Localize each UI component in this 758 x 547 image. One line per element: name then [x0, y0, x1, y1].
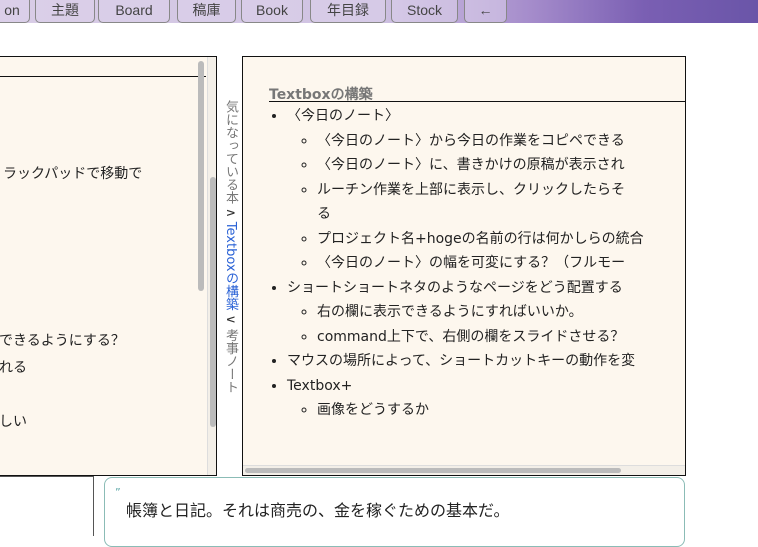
list-item-text: Textbox+	[287, 377, 353, 394]
scrollbar-thumb[interactable]	[210, 177, 216, 427]
sub-list-item: command上下で、右側の欄をスライドさせる？	[317, 325, 644, 350]
up-arrow-icon[interactable]: ∧	[223, 208, 238, 218]
tab-drafts[interactable]: 稿庫	[177, 0, 236, 23]
tab-bar: on 主題 Board 稿庫 Book 年目録 Stock ←	[0, 0, 758, 23]
vertical-nav: 気になっている本 ∧ Textboxの構築 ∨ 考事ノート	[222, 100, 238, 393]
tab-label: Board	[115, 1, 153, 18]
tab-label: Book	[256, 1, 288, 18]
sub-list-item: 画像をどうするか	[317, 398, 644, 423]
outline-list: 〈今日のノート〉〈今日のノート〉から今日の作業をコピペできる〈今日のノート〉に、…	[287, 104, 644, 423]
list-item: Textbox+ 画像をどうするか	[287, 374, 644, 423]
left-panel-header	[0, 57, 206, 77]
list-item-text: 〈今日のノート〉	[287, 108, 399, 124]
right-panel: Textboxの構築 〈今日のノート〉〈今日のノート〉から今日の作業をコピペでき…	[242, 56, 686, 476]
sub-list: 〈今日のノート〉から今日の作業をコピペできる〈今日のノート〉に、書きかけの原稿が…	[287, 129, 644, 276]
list-item: マウスの場所によって、ショートカットキーの動作を変	[287, 349, 644, 374]
sub-list-item: 〈今日のノート〉から今日の作業をコピペできる	[317, 129, 644, 154]
tab-stock[interactable]: Stock	[391, 0, 458, 23]
outer-scrollbar[interactable]	[198, 61, 204, 291]
quote-mark-icon: ”	[115, 486, 121, 499]
sub-list-item: 右の欄に表示できるようにすればいいか。	[317, 300, 644, 325]
down-arrow-icon[interactable]: ∨	[223, 315, 238, 325]
left-panel: ラックパッドで移動で できるようにする？ れる しい	[0, 56, 217, 476]
sub-list-item: プロジェクト名+hogeの名前の行は何かしらの統合	[317, 227, 644, 252]
tab-label: Stock	[406, 1, 442, 18]
tab-book[interactable]: Book	[241, 0, 303, 23]
tab-label: on	[4, 1, 20, 18]
nav-current-link[interactable]: Textboxの構築	[223, 222, 238, 311]
list-item-text: マウスの場所によって、ショートカットキーの動作を変	[287, 353, 636, 369]
back-button[interactable]: ←	[464, 0, 507, 23]
title-underline	[269, 101, 685, 102]
sub-list-item: 〈今日のノート〉の幅を可変にする？（フルモー	[317, 251, 644, 276]
sub-list-item: 〈今日のノート〉に、書きかけの原稿が表示され	[317, 153, 644, 178]
sub-list: 画像をどうするか	[287, 398, 644, 423]
divider	[0, 476, 94, 536]
tab-label: 年目録	[327, 1, 369, 18]
sub-list-item: ルーチン作業を上部に表示し、クリックしたらそ る	[317, 178, 644, 227]
left-text-line: できるようにする？	[0, 333, 125, 349]
sub-list: 右の欄に表示できるようにすればいいか。command上下で、右側の欄をスライドさ…	[287, 300, 644, 349]
tab-board[interactable]: Board	[98, 0, 170, 23]
list-item: ショートショートネタのようなページをどう配置する右の欄に表示できるようにすればい…	[287, 276, 644, 350]
quote-box: ” 帳簿と日記。それは商売の、金を稼ぐための基本だ。	[104, 477, 685, 547]
nav-next-link[interactable]: 考事ノート	[223, 328, 238, 393]
list-item-text: ショートショートネタのようなページをどう配置する	[287, 279, 623, 296]
scrollbar-thumb[interactable]	[245, 468, 621, 473]
left-text-line: れる	[0, 360, 27, 376]
left-text-line: ラックパッドで移動で	[3, 166, 143, 182]
tab-theme[interactable]: 主題	[35, 0, 95, 23]
vertical-scrollbar[interactable]	[207, 57, 216, 475]
tab-yearly-index[interactable]: 年目録	[310, 0, 386, 23]
tab-label: 稿庫	[192, 1, 221, 18]
nav-prev-link[interactable]: 気になっている本	[223, 100, 238, 204]
tab-label: 主題	[51, 1, 79, 18]
back-arrow-icon: ←	[478, 1, 493, 18]
tab-partial[interactable]: on	[0, 0, 30, 23]
left-text-line: しい	[0, 414, 27, 430]
list-item: 〈今日のノート〉〈今日のノート〉から今日の作業をコピペできる〈今日のノート〉に、…	[287, 104, 644, 276]
quote-text: 帳簿と日記。それは商売の、金を稼ぐための基本だ。	[126, 501, 510, 520]
horizontal-scrollbar[interactable]	[243, 465, 685, 475]
